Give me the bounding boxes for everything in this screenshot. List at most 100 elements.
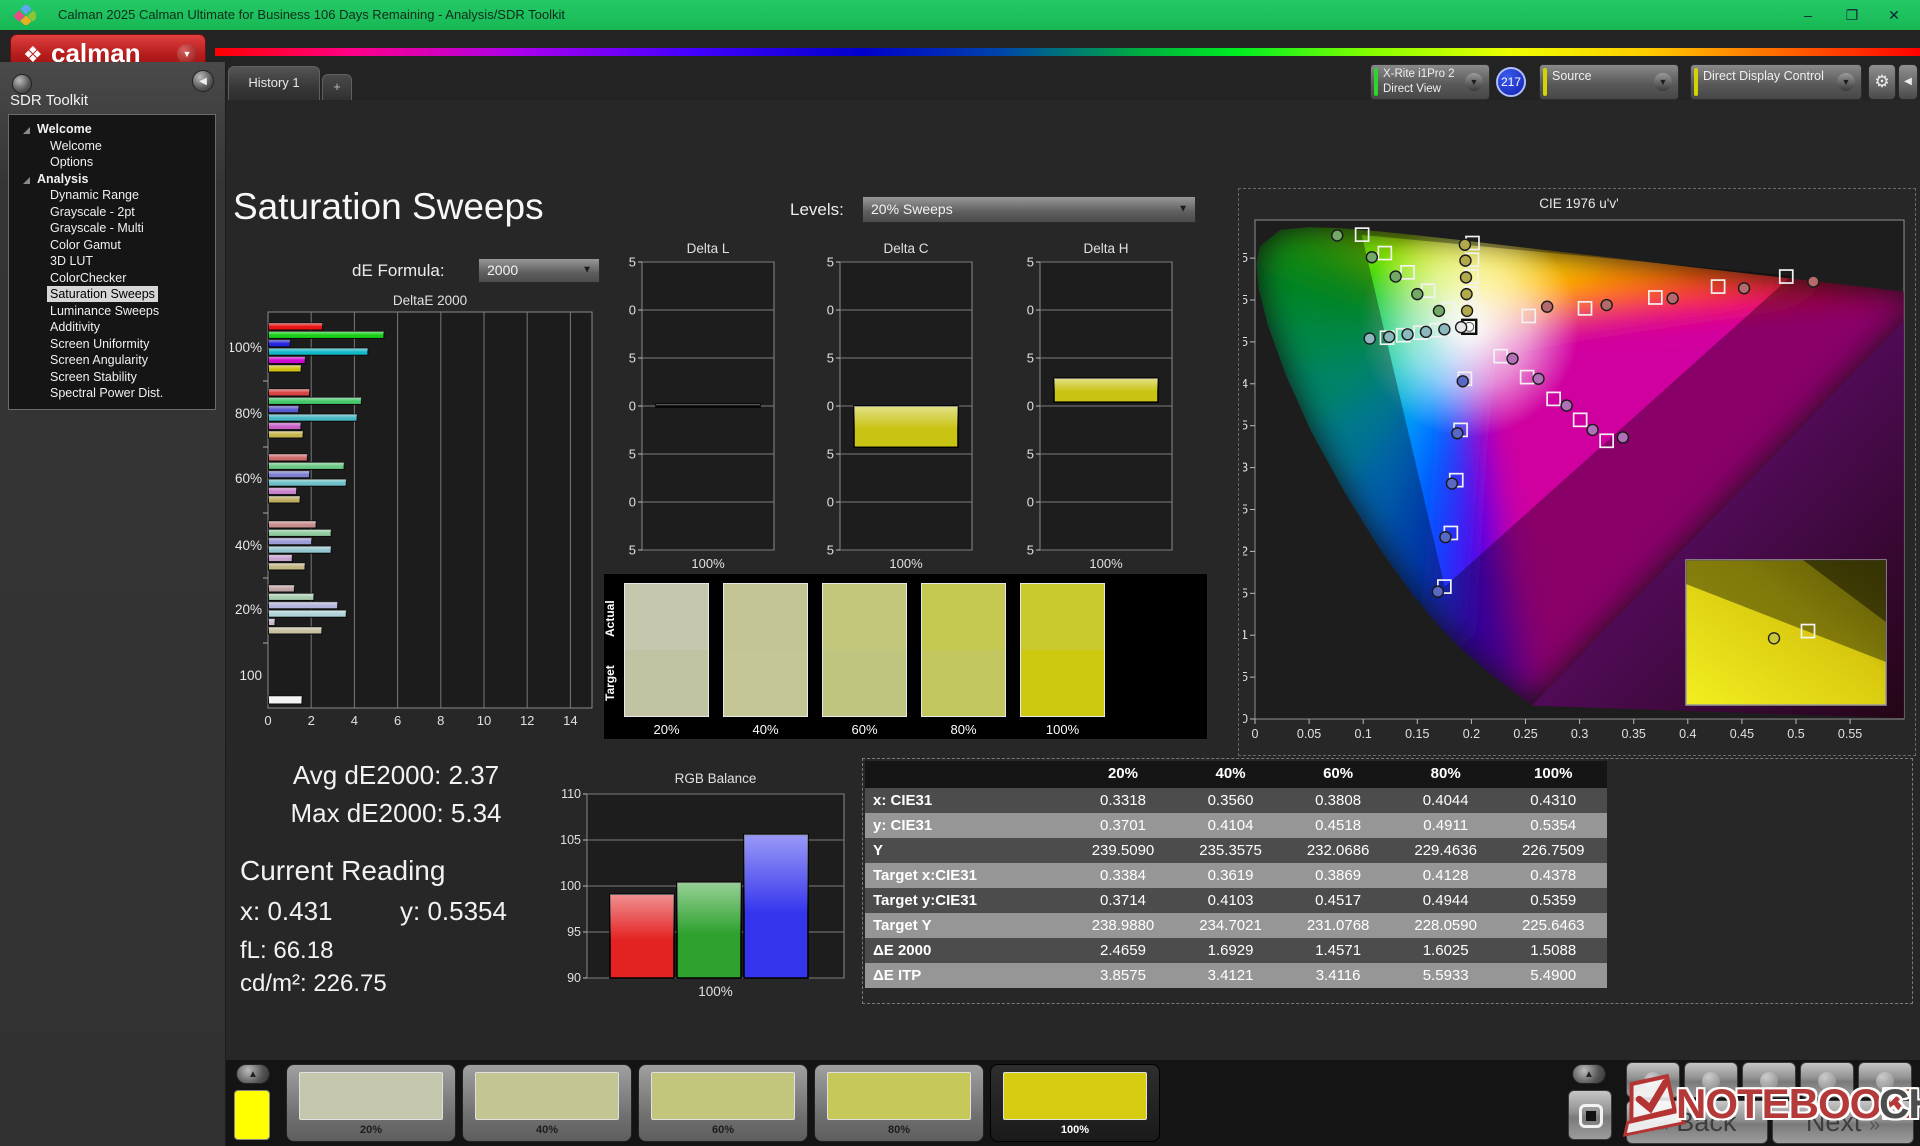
svg-text:Delta H: Delta H (1083, 241, 1128, 256)
settings-button[interactable]: ⚙ (1868, 64, 1896, 100)
tree-group-label: Welcome (37, 122, 92, 136)
svg-text:100%: 100% (698, 984, 733, 999)
cell-value: 0.3318 (1100, 792, 1146, 809)
svg-text:8: 8 (437, 713, 444, 728)
svg-text:10: 10 (1026, 303, 1034, 318)
tree-item-label: Grayscale - 2pt (50, 204, 135, 219)
close-button[interactable]: ✕ (1874, 3, 1914, 27)
table-col-header: 100% (1534, 765, 1573, 782)
svg-text:0.2: 0.2 (1463, 727, 1480, 741)
back-button[interactable]: « Back (1626, 1100, 1768, 1144)
svg-text:5: 5 (629, 351, 636, 366)
transport-button-5[interactable] (1858, 1062, 1912, 1098)
tree-item-screen-uniformity[interactable]: Screen Uniformity (9, 336, 215, 353)
tab-history-1[interactable]: History 1 (228, 66, 320, 100)
patch-label: 60% (711, 1124, 735, 1136)
tree-item-luminance-sweeps[interactable]: Luminance Sweeps (9, 303, 215, 320)
cell-value: 0.3714 (1100, 892, 1146, 909)
stop-button[interactable] (1568, 1090, 1612, 1140)
cell-value: 0.3560 (1207, 792, 1254, 809)
svg-text:0: 0 (827, 399, 834, 414)
tree-item-options[interactable]: Options (9, 154, 215, 171)
tree-item-label: Spectral Power Dist. (50, 386, 164, 400)
tree-item-screen-stability[interactable]: Screen Stability (9, 369, 215, 386)
meter-count-badge[interactable]: 217 (1496, 67, 1526, 97)
svg-text:12: 12 (520, 713, 534, 728)
reading-cdm2: cd/m²: 226.75 (240, 970, 387, 997)
tree-item-analysis[interactable]: Analysis (9, 171, 215, 188)
tree-item-3d-lut[interactable]: 3D LUT (9, 253, 215, 270)
actual-half (724, 584, 807, 650)
table-row: Target Y 238.9880 234.7021 231.0768 228.0590… (865, 913, 1607, 938)
table-col-header: 60% (1323, 765, 1354, 782)
tree-item-label: Saturation Sweeps (47, 286, 158, 302)
chevron-down-icon[interactable]: ▼ (1465, 73, 1483, 91)
source-dropdown[interactable]: Source ▼ (1539, 64, 1679, 100)
patch-button-20%[interactable]: 20% (286, 1064, 456, 1142)
chevron-down-icon[interactable]: ▼ (1654, 73, 1672, 91)
transport-button-1[interactable] (1626, 1062, 1680, 1098)
patch-button-60%[interactable]: 60% (638, 1064, 808, 1142)
chevron-down-icon[interactable]: ▼ (1837, 73, 1855, 91)
tree-item-dynamic-range[interactable]: Dynamic Range (9, 187, 215, 204)
nav-expand-button[interactable]: ▲ (1572, 1064, 1606, 1084)
minimize-button[interactable]: – (1788, 3, 1828, 27)
current-patch-swatch[interactable] (234, 1090, 270, 1140)
patch-bar-expand-button[interactable]: ▲ (236, 1064, 270, 1084)
tree-item-grayscale-multi[interactable]: Grayscale - Multi (9, 220, 215, 237)
patch-button-40%[interactable]: 40% (462, 1064, 632, 1142)
tree-item-additivity[interactable]: Additivity (9, 319, 215, 336)
tree-item-welcome[interactable]: Welcome (9, 121, 215, 138)
sweep-swatch-100% (1020, 583, 1105, 717)
table-row: ΔE ITP 3.8575 3.4121 3.4116 5.5933 5.4900 (865, 963, 1607, 988)
svg-text:0.3: 0.3 (1571, 727, 1588, 741)
maximize-button[interactable]: ❐ (1832, 3, 1872, 27)
tree-item-label: Welcome (50, 138, 102, 153)
transport-button-2[interactable] (1684, 1062, 1738, 1098)
stop-icon (1579, 1104, 1603, 1128)
tree-item-colorchecker[interactable]: ColorChecker (9, 270, 215, 287)
delta-l-chart: Delta L 15 10 5 0 -5 -10 -15 100% (617, 240, 780, 583)
sidebar-collapse-button[interactable]: ◀ (192, 70, 214, 92)
transport-button-3[interactable] (1742, 1062, 1796, 1098)
de-formula-value: 2000 (487, 262, 519, 278)
tree-item-spectral-power-dist-[interactable]: Spectral Power Dist. (9, 385, 215, 402)
tree-item-screen-angularity[interactable]: Screen Angularity (9, 352, 215, 369)
calman-menu-chevron-icon[interactable]: ▼ (177, 44, 197, 64)
cell-value: 1.4571 (1315, 942, 1362, 959)
display-control-dropdown[interactable]: Direct Display Control ▼ (1690, 64, 1862, 100)
tree-expanded-icon[interactable] (23, 127, 30, 134)
patch-button-100%[interactable]: 100% (990, 1064, 1160, 1142)
table-col-header: 80% (1430, 765, 1461, 782)
svg-text:RGB Balance: RGB Balance (675, 771, 757, 786)
svg-text:100: 100 (560, 879, 581, 893)
transport-button-4[interactable] (1800, 1062, 1854, 1098)
tree-item-grayscale-2pt[interactable]: Grayscale - 2pt (9, 204, 215, 221)
reading-fl: fL: 66.18 (240, 937, 334, 964)
cell-value: 0.4310 (1530, 792, 1577, 809)
sweep-swatch-40% (723, 583, 808, 717)
chevron-down-icon: ▼ (1178, 202, 1188, 214)
svg-text:0: 0 (1027, 399, 1034, 414)
tree-item-welcome[interactable]: Welcome (9, 138, 215, 155)
tree-item-saturation-sweeps[interactable]: Saturation Sweeps (9, 286, 215, 303)
meter-dropdown[interactable]: X-Rite i1Pro 2 Direct View ▼ (1370, 64, 1490, 100)
de-formula-dropdown[interactable]: 2000 ▼ (478, 258, 600, 283)
max-de2000: Max dE2000: 5.34 (290, 798, 502, 828)
collapse-toolbar-button[interactable]: ◀ (1898, 64, 1918, 100)
patch-button-80%[interactable]: 80% (814, 1064, 984, 1142)
levels-dropdown[interactable]: 20% Sweeps ▼ (862, 196, 1196, 223)
sidebar-options-button[interactable] (12, 74, 32, 94)
tree-expanded-icon[interactable] (23, 176, 30, 184)
actual-half (1021, 584, 1104, 650)
cell-value: 0.4517 (1315, 892, 1362, 909)
swatch-level-label: 60% (851, 722, 878, 737)
cell-value: 0.3701 (1100, 817, 1146, 834)
actual-row-label: Actual (603, 600, 617, 637)
play-icon (1702, 1072, 1720, 1090)
chevron-up-icon: ▲ (1584, 1069, 1594, 1080)
next-button[interactable]: Next » (1772, 1100, 1914, 1144)
svg-text:-10: -10 (1026, 495, 1034, 510)
add-tab-button[interactable]: + (322, 74, 352, 100)
tree-item-color-gamut[interactable]: Color Gamut (9, 237, 215, 254)
